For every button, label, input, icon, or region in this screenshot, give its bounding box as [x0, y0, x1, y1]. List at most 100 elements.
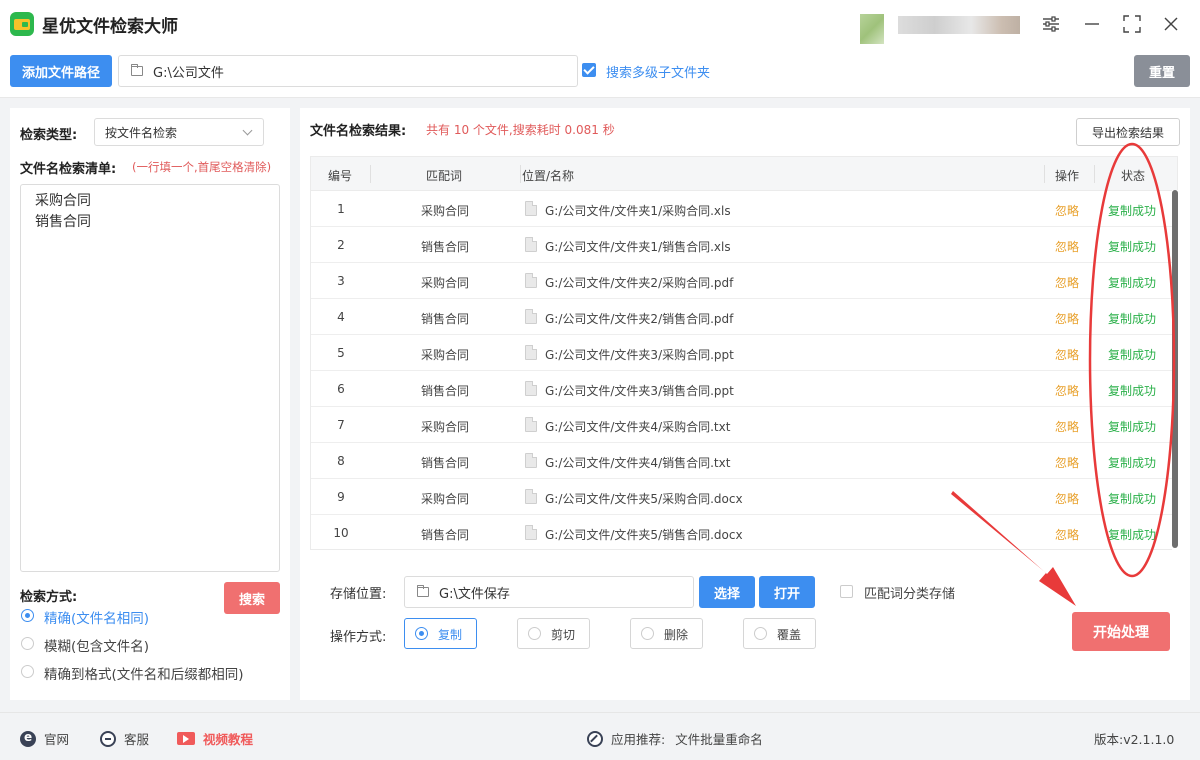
row-keyword: 采购合同 [420, 276, 469, 290]
footer-recommend-app[interactable]: 文件批量重命名 [675, 729, 763, 748]
search-subfolders-label[interactable]: 搜索多级子文件夹 [606, 62, 710, 81]
table-row[interactable]: 8 销售合同 G:/公司文件/文件夹4/销售合同.txt 忽略 复制成功 [311, 443, 1177, 479]
footer: 官网 客服 视频教程 应用推荐: 文件批量重命名 版本:v2.1.1.0 [0, 712, 1200, 760]
link-icon [587, 730, 603, 747]
row-ignore-action[interactable]: 忽略 [1055, 346, 1079, 363]
row-number: 3 [337, 274, 345, 288]
reset-button[interactable]: 重置 [1134, 55, 1190, 87]
op-overwrite-radio[interactable] [754, 627, 767, 640]
classify-storage-checkbox[interactable] [840, 585, 853, 598]
op-copy-radio[interactable] [415, 627, 428, 640]
row-keyword: 采购合同 [420, 348, 469, 362]
row-keyword: 销售合同 [420, 384, 469, 398]
row-status: 复制成功 [1108, 492, 1157, 506]
row-ignore-action[interactable]: 忽略 [1055, 526, 1079, 543]
mode-exact-radio[interactable] [21, 609, 34, 622]
search-mode-label: 检索方式: [20, 590, 78, 605]
file-icon [525, 453, 537, 468]
table-row[interactable]: 4 销售合同 G:/公司文件/文件夹2/销售合同.pdf 忽略 复制成功 [311, 299, 1177, 335]
footer-support-link[interactable]: 客服 [100, 729, 149, 748]
file-icon [525, 237, 537, 252]
row-status: 复制成功 [1108, 420, 1157, 434]
row-ignore-action[interactable]: 忽略 [1055, 238, 1079, 255]
op-delete-radio[interactable] [641, 627, 654, 640]
table-row[interactable]: 3 采购合同 G:/公司文件/文件夹2/采购合同.pdf 忽略 复制成功 [311, 263, 1177, 299]
mode-fuzzy-label[interactable]: 模糊(包含文件名) [44, 635, 149, 655]
path-input[interactable]: G:\公司文件 [118, 55, 578, 87]
storage-label: 存储位置: [330, 587, 387, 602]
op-delete-option[interactable]: 删除 [630, 618, 703, 649]
row-path: G:/公司文件/文件夹5/销售合同.docx [545, 528, 743, 542]
table-row[interactable]: 1 采购合同 G:/公司文件/文件夹1/采购合同.xls 忽略 复制成功 [311, 191, 1177, 227]
toolbar: 添加文件路径 G:\公司文件 搜索多级子文件夹 重置 [0, 48, 1200, 98]
folder-icon [131, 64, 143, 76]
row-number: 1 [337, 202, 345, 216]
row-path: G:/公司文件/文件夹1/采购合同.xls [545, 204, 731, 218]
storage-path-input[interactable]: G:\文件保存 [404, 576, 694, 608]
export-results-button[interactable]: 导出检索结果 [1076, 118, 1180, 146]
column-divider [1094, 165, 1095, 183]
table-row[interactable]: 7 采购合同 G:/公司文件/文件夹4/采购合同.txt 忽略 复制成功 [311, 407, 1177, 443]
op-overwrite-option[interactable]: 覆盖 [743, 618, 816, 649]
search-subfolders-checkbox[interactable] [582, 63, 596, 77]
table-row[interactable]: 10 销售合同 G:/公司文件/文件夹5/销售合同.docx 忽略 复制成功 [311, 515, 1177, 549]
close-icon[interactable] [1159, 12, 1183, 36]
title-bar: 星优文件检索大师 [0, 0, 1200, 48]
file-icon [525, 273, 537, 288]
column-header-path: 位置/名称 [522, 169, 575, 183]
table-row[interactable]: 9 采购合同 G:/公司文件/文件夹5/采购合同.docx 忽略 复制成功 [311, 479, 1177, 515]
mode-exact-label[interactable]: 精确(文件名相同) [44, 607, 149, 627]
row-keyword: 销售合同 [420, 312, 469, 326]
results-table: 编号 匹配词 位置/名称 操作 状态 1 采购合同 G:/公司文件/文件夹1/采购合… [310, 156, 1178, 550]
column-header-num: 编号 [328, 169, 353, 183]
row-path: G:/公司文件/文件夹3/销售合同.ppt [545, 384, 734, 398]
search-settings-panel: 检索类型: 按文件名检索 文件名检索清单: (一行填一个,首尾空格清除) 采购合… [10, 108, 290, 700]
list-label: 文件名检索清单: [20, 162, 117, 177]
footer-video-link[interactable]: 视频教程 [177, 729, 253, 748]
file-icon [525, 417, 537, 432]
row-ignore-action[interactable]: 忽略 [1055, 310, 1079, 327]
open-storage-button[interactable]: 打开 [759, 576, 815, 608]
row-ignore-action[interactable]: 忽略 [1055, 202, 1079, 219]
mode-fuzzy-radio[interactable] [21, 637, 34, 650]
search-type-select[interactable]: 按文件名检索 [94, 118, 264, 146]
row-ignore-action[interactable]: 忽略 [1055, 418, 1079, 435]
keyword-list-textarea[interactable]: 采购合同 销售合同 [20, 184, 280, 572]
op-cut-radio[interactable] [528, 627, 541, 640]
list-hint: (一行填一个,首尾空格清除) [132, 160, 272, 174]
op-copy-option[interactable]: 复制 [404, 618, 477, 649]
footer-website-link[interactable]: 官网 [20, 729, 69, 748]
column-divider [1044, 165, 1045, 183]
table-row[interactable]: 2 销售合同 G:/公司文件/文件夹1/销售合同.xls 忽略 复制成功 [311, 227, 1177, 263]
add-path-button[interactable]: 添加文件路径 [10, 55, 112, 87]
column-header-op: 操作 [1055, 169, 1080, 183]
row-ignore-action[interactable]: 忽略 [1055, 490, 1079, 507]
row-number: 4 [337, 310, 345, 324]
maximize-icon[interactable] [1120, 12, 1144, 36]
table-scrollbar[interactable] [1172, 190, 1178, 550]
mode-exact-format-radio[interactable] [21, 665, 34, 678]
keyword-line: 销售合同 [35, 214, 91, 230]
op-cut-option[interactable]: 剪切 [517, 618, 590, 649]
app-logo-icon [10, 12, 34, 36]
table-row[interactable]: 6 销售合同 G:/公司文件/文件夹3/销售合同.ppt 忽略 复制成功 [311, 371, 1177, 407]
file-icon [525, 381, 537, 396]
column-divider [370, 165, 371, 183]
mode-exact-format-label[interactable]: 精确到格式(文件名和后缀都相同) [44, 663, 244, 683]
row-ignore-action[interactable]: 忽略 [1055, 274, 1079, 291]
row-ignore-action[interactable]: 忽略 [1055, 382, 1079, 399]
table-scrollbar-thumb[interactable] [1172, 190, 1178, 548]
minimize-icon[interactable] [1080, 12, 1104, 36]
row-path: G:/公司文件/文件夹4/销售合同.txt [545, 456, 731, 470]
choose-storage-button[interactable]: 选择 [699, 576, 755, 608]
chat-bubble-icon [100, 730, 116, 747]
footer-website-label: 官网 [44, 732, 70, 747]
table-row[interactable]: 5 采购合同 G:/公司文件/文件夹3/采购合同.ppt 忽略 复制成功 [311, 335, 1177, 371]
row-ignore-action[interactable]: 忽略 [1055, 454, 1079, 471]
column-header-keyword: 匹配词 [426, 169, 463, 183]
user-avatar[interactable] [860, 14, 884, 44]
start-processing-button[interactable]: 开始处理 [1072, 612, 1170, 651]
search-button[interactable]: 搜索 [224, 582, 280, 614]
classify-storage-label[interactable]: 匹配词分类存储 [864, 583, 955, 602]
settings-sliders-icon[interactable] [1039, 12, 1063, 36]
